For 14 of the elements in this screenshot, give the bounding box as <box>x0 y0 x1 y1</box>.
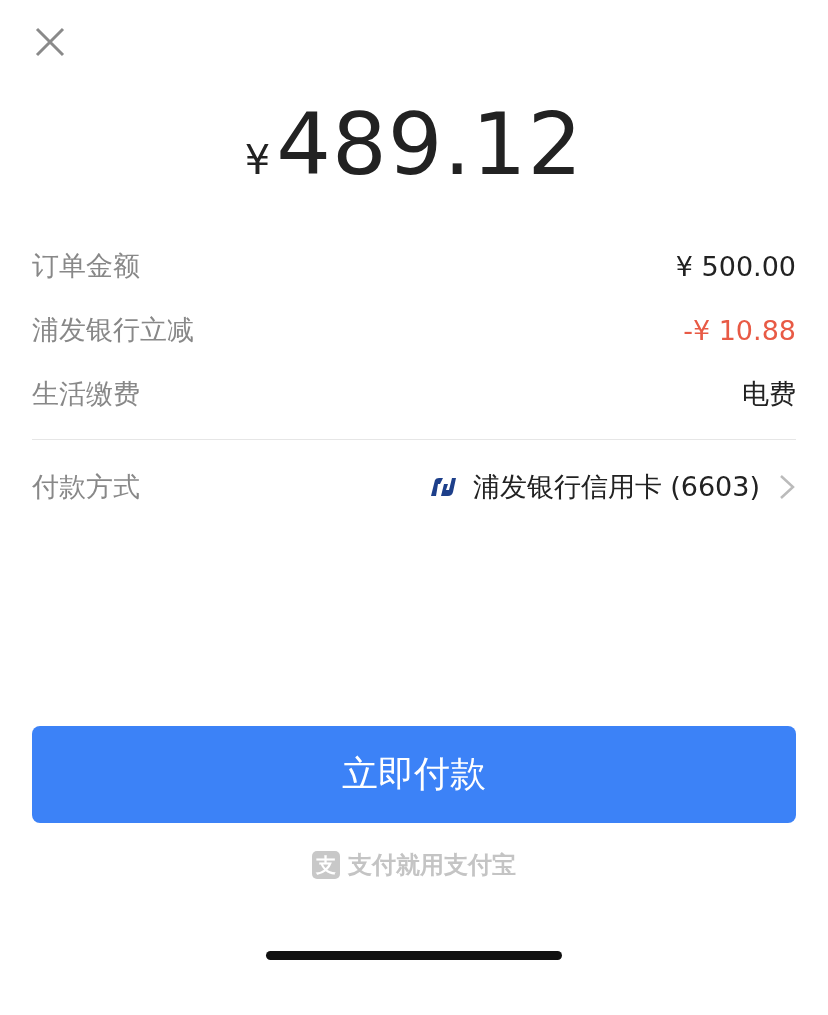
detail-value: 电费 <box>742 377 796 411</box>
discount-value: -¥ 10.88 <box>683 314 796 346</box>
detail-label: 付款方式 <box>32 470 140 504</box>
detail-label: 订单金额 <box>32 249 140 283</box>
close-icon[interactable] <box>34 26 66 58</box>
footer-slogan: 支付就用支付宝 <box>348 850 516 881</box>
pay-now-button[interactable]: 立即付款 <box>32 726 796 823</box>
chevron-right-icon[interactable] <box>778 473 796 501</box>
detail-label: 生活缴费 <box>32 377 140 411</box>
detail-label: 浦发银行立减 <box>32 313 194 347</box>
detail-value: ¥ 500.00 <box>675 250 796 282</box>
payment-method-value[interactable]: 浦发银行信用卡 (6603) <box>472 469 760 505</box>
payment-amount: 489.12 <box>276 94 584 194</box>
currency-symbol: ¥ <box>244 137 271 183</box>
